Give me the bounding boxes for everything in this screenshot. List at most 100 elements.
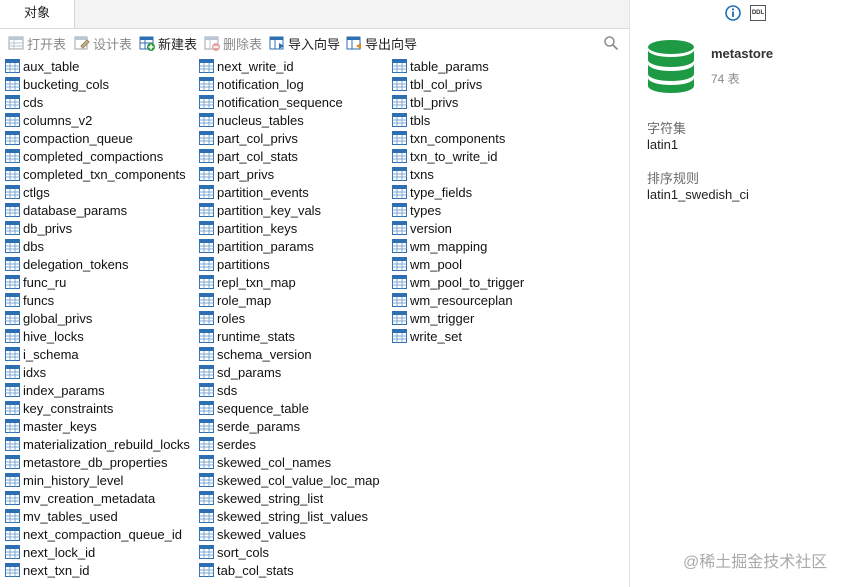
table-list-item[interactable]: wm_resourceplan <box>392 291 524 309</box>
delete-table-button[interactable]: 删除表 <box>204 34 262 52</box>
table-list-item[interactable]: write_set <box>392 327 524 345</box>
table-list-item[interactable]: idxs <box>5 363 190 381</box>
ddl-icon[interactable]: DDL <box>750 5 766 21</box>
table-list-item[interactable]: role_map <box>199 291 380 309</box>
table-list-item[interactable]: repl_txn_map <box>199 273 380 291</box>
table-list-item[interactable]: type_fields <box>392 183 524 201</box>
table-list-item[interactable]: db_privs <box>5 219 190 237</box>
table-icon <box>5 473 20 487</box>
table-list-item[interactable]: dbs <box>5 237 190 255</box>
table-list-item[interactable]: tbls <box>392 111 524 129</box>
table-icon <box>392 113 407 127</box>
table-list-item[interactable]: columns_v2 <box>5 111 190 129</box>
table-list-item[interactable]: tbl_col_privs <box>392 75 524 93</box>
table-name: skewed_string_list <box>217 490 324 506</box>
search-icon[interactable] <box>603 35 619 51</box>
table-list-item[interactable]: completed_txn_components <box>5 165 190 183</box>
table-list-item[interactable]: funcs <box>5 291 190 309</box>
table-list-item[interactable]: cds <box>5 93 190 111</box>
table-list-item[interactable]: database_params <box>5 201 190 219</box>
table-list-item[interactable]: i_schema <box>5 345 190 363</box>
table-list-item[interactable]: skewed_col_names <box>199 453 380 471</box>
info-icon[interactable] <box>725 5 741 21</box>
table-list-item[interactable]: types <box>392 201 524 219</box>
table-icon <box>199 167 214 181</box>
table-list-item[interactable]: skewed_string_list <box>199 489 380 507</box>
table-list-item[interactable]: delegation_tokens <box>5 255 190 273</box>
table-list-item[interactable]: wm_mapping <box>392 237 524 255</box>
table-list-item[interactable]: tab_col_stats <box>199 561 380 579</box>
table-name: global_privs <box>23 310 93 326</box>
table-list-item[interactable]: nucleus_tables <box>199 111 380 129</box>
table-list-item[interactable]: partition_key_vals <box>199 201 380 219</box>
tab-bar: 对象 <box>0 0 629 29</box>
table-list-item[interactable]: runtime_stats <box>199 327 380 345</box>
table-icon <box>199 149 214 163</box>
table-list-item[interactable]: key_constraints <box>5 399 190 417</box>
table-list-item[interactable]: serde_params <box>199 417 380 435</box>
table-list-item[interactable]: sd_params <box>199 363 380 381</box>
table-list-item[interactable]: next_lock_id <box>5 543 190 561</box>
table-list-item[interactable]: mv_tables_used <box>5 507 190 525</box>
table-list-item[interactable]: sequence_table <box>199 399 380 417</box>
table-list-item[interactable]: min_history_level <box>5 471 190 489</box>
table-list-item[interactable]: part_col_privs <box>199 129 380 147</box>
table-list-item[interactable]: aux_table <box>5 57 190 75</box>
export-wizard-button[interactable]: 导出向导 <box>346 34 417 52</box>
table-list-item[interactable]: notification_sequence <box>199 93 380 111</box>
import-wizard-button[interactable]: 导入向导 <box>269 34 340 52</box>
table-list-item[interactable]: materialization_rebuild_locks <box>5 435 190 453</box>
table-list-item[interactable]: part_privs <box>199 165 380 183</box>
design-table-button[interactable]: 设计表 <box>74 34 132 52</box>
open-table-button[interactable]: 打开表 <box>8 34 66 52</box>
table-list-item[interactable]: txn_components <box>392 129 524 147</box>
table-icon <box>5 131 20 145</box>
table-list-item[interactable]: roles <box>199 309 380 327</box>
table-list-item[interactable]: txn_to_write_id <box>392 147 524 165</box>
table-list-item[interactable]: serdes <box>199 435 380 453</box>
table-list-item[interactable]: partitions <box>199 255 380 273</box>
table-list-item[interactable]: notification_log <box>199 75 380 93</box>
table-list-item[interactable]: wm_pool <box>392 255 524 273</box>
table-list-item[interactable]: mv_creation_metadata <box>5 489 190 507</box>
table-list-item[interactable]: hive_locks <box>5 327 190 345</box>
table-icon <box>199 275 214 289</box>
table-list-item[interactable]: partition_events <box>199 183 380 201</box>
table-list-item[interactable]: partition_params <box>199 237 380 255</box>
table-list-item[interactable]: txns <box>392 165 524 183</box>
table-name: tbl_privs <box>410 94 459 110</box>
table-list-item[interactable]: metastore_db_properties <box>5 453 190 471</box>
table-list-item[interactable]: wm_pool_to_trigger <box>392 273 524 291</box>
table-list-item[interactable]: part_col_stats <box>199 147 380 165</box>
table-list-item[interactable]: table_params <box>392 57 524 75</box>
table-name: key_constraints <box>23 400 114 416</box>
table-list-item[interactable]: sds <box>199 381 380 399</box>
table-list-item[interactable]: compaction_queue <box>5 129 190 147</box>
table-list-item[interactable]: version <box>392 219 524 237</box>
new-table-button[interactable]: 新建表 <box>139 34 197 52</box>
table-list-item[interactable]: index_params <box>5 381 190 399</box>
table-list-item[interactable]: bucketing_cols <box>5 75 190 93</box>
table-list-item[interactable]: master_keys <box>5 417 190 435</box>
table-list-item[interactable]: func_ru <box>5 273 190 291</box>
table-list-item[interactable]: next_compaction_queue_id <box>5 525 190 543</box>
table-list-item[interactable]: tbl_privs <box>392 93 524 111</box>
table-list-item[interactable]: skewed_col_value_loc_map <box>199 471 380 489</box>
table-name: wm_pool <box>410 256 463 272</box>
table-list-item[interactable]: partition_keys <box>199 219 380 237</box>
table-list-item[interactable]: sort_cols <box>199 543 380 561</box>
table-list-item[interactable]: skewed_values <box>199 525 380 543</box>
table-list-item[interactable]: skewed_string_list_values <box>199 507 380 525</box>
export-wizard-label: 导出向导 <box>365 36 418 52</box>
table-list-item[interactable]: next_txn_id <box>5 561 190 579</box>
table-list-item[interactable]: schema_version <box>199 345 380 363</box>
table-icon <box>5 113 20 127</box>
tab-objects[interactable]: 对象 <box>0 0 75 28</box>
table-list-item[interactable]: wm_trigger <box>392 309 524 327</box>
table-list-item[interactable]: completed_compactions <box>5 147 190 165</box>
table-list-item[interactable]: next_write_id <box>199 57 380 75</box>
table-name: next_lock_id <box>23 544 96 560</box>
table-list-item[interactable]: ctlgs <box>5 183 190 201</box>
table-list-item[interactable]: global_privs <box>5 309 190 327</box>
table-count: 74 表 <box>711 72 740 86</box>
